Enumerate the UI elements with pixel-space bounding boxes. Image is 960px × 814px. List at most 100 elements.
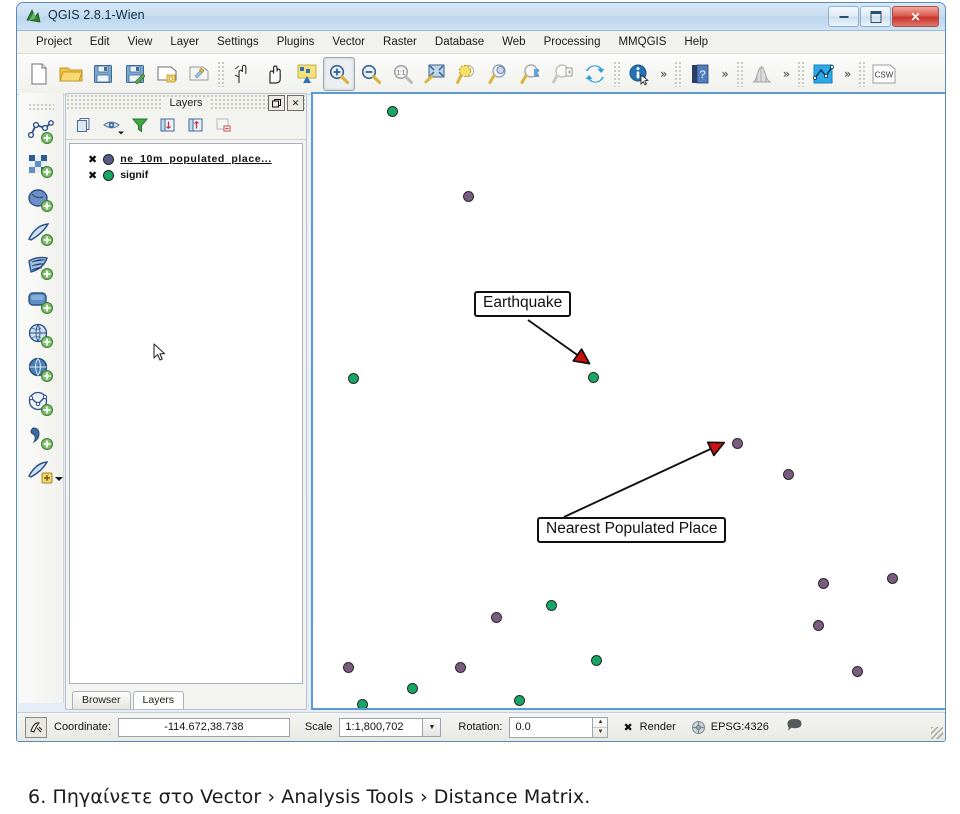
identify-features-button[interactable] — [623, 57, 655, 91]
layer-visibility-checkbox[interactable]: ✖ — [88, 154, 97, 165]
map-annotation-arrows — [527, 319, 726, 518]
status-bar: Coordinate: -114.672,38.738 Scale 1:1,80… — [17, 712, 945, 741]
new-shapefile-layer-button[interactable] — [24, 117, 58, 146]
zoom-to-selection-icon — [456, 64, 475, 84]
add-group-button[interactable] — [72, 114, 96, 136]
overflow-chevron[interactable]: » — [655, 67, 672, 81]
menu-plugins[interactable]: Plugins — [268, 33, 324, 51]
rotation-input[interactable]: 0.0 — [509, 716, 594, 738]
chevron-down-icon[interactable] — [54, 475, 64, 483]
zoom-last-button[interactable] — [515, 57, 547, 91]
manage-layer-visibility-button[interactable] — [100, 114, 124, 136]
new-postgis-layer-button[interactable] — [24, 185, 58, 214]
overflow-chevron[interactable]: » — [716, 67, 733, 81]
tab-browser[interactable]: Browser — [72, 691, 131, 709]
new-project-button[interactable] — [23, 57, 55, 91]
menu-raster[interactable]: Raster — [374, 33, 426, 51]
maximize-button[interactable] — [860, 6, 891, 27]
add-delimited-text-layer-button[interactable] — [24, 423, 58, 452]
new-print-composer-button[interactable] — [151, 57, 183, 91]
rotation-stepper[interactable]: ▲ ▼ — [593, 716, 609, 738]
rotation-spinbox[interactable]: 0.0 ▲ ▼ — [509, 716, 609, 738]
csw-catalog-button[interactable]: CSW — [868, 57, 900, 91]
layer-visibility-checkbox[interactable]: ✖ — [88, 170, 97, 181]
menu-vector[interactable]: Vector — [323, 33, 374, 51]
scale-input[interactable]: 1:1,800,702 — [339, 717, 424, 737]
add-wms-layer-button[interactable] — [24, 355, 58, 384]
zoom-to-selection-button[interactable] — [451, 57, 483, 91]
window-controls: ✕ — [828, 6, 939, 27]
menu-project[interactable]: Project — [27, 33, 81, 51]
filter-legend-button[interactable] — [128, 114, 152, 136]
render-checkbox[interactable]: ✖ — [623, 721, 632, 734]
add-vector-tile-layer-button[interactable] — [24, 457, 63, 486]
coordinate-capture-button[interactable] — [25, 716, 47, 738]
add-wfs-layer-button[interactable] — [24, 389, 58, 418]
tab-layers[interactable]: Layers — [132, 691, 185, 709]
stepper-up-icon[interactable]: ▲ — [593, 718, 608, 728]
add-spatialite-layer-icon — [28, 291, 53, 314]
add-raster-layer-button[interactable] — [24, 253, 58, 282]
menu-layer[interactable]: Layer — [161, 33, 208, 51]
layers-panel-float-button[interactable] — [268, 95, 285, 111]
toolbar-grip[interactable] — [797, 61, 806, 87]
minimize-button[interactable] — [828, 6, 859, 27]
layers-panel-close-button[interactable]: ✕ — [287, 95, 304, 111]
chevron-down-icon[interactable]: ▼ — [423, 717, 442, 737]
toolbar-grip[interactable] — [217, 61, 225, 87]
coordinate-input[interactable]: -114.672,38.738 — [117, 717, 290, 737]
add-spatialite-layer-button[interactable] — [24, 287, 58, 316]
zoom-next-button[interactable] — [547, 57, 579, 91]
open-project-button[interactable] — [55, 57, 87, 91]
new-shapefile-layer-icon — [27, 119, 54, 144]
menu-edit[interactable]: Edit — [81, 33, 119, 51]
overflow-chevron[interactable]: » — [778, 67, 795, 81]
menu-help[interactable]: Help — [675, 33, 717, 51]
help-contents-button[interactable]: ? — [684, 57, 716, 91]
menu-settings[interactable]: Settings — [208, 33, 268, 51]
layer-row-signif[interactable]: ✖ signif — [70, 167, 302, 183]
toolbar-grip[interactable] — [674, 61, 683, 87]
layer-tree[interactable]: ✖ ne_10m_populated_place... ✖ signif — [69, 143, 303, 684]
close-button[interactable]: ✕ — [892, 6, 939, 27]
crs-status-button[interactable]: EPSG:4326 — [691, 720, 769, 735]
menu-view[interactable]: View — [119, 33, 162, 51]
save-project-as-button[interactable] — [119, 57, 151, 91]
new-spatialite-layer-button[interactable] — [24, 151, 58, 180]
toolbar-grip[interactable] — [613, 61, 621, 87]
map-canvas[interactable]: Earthquake Nearest Populated Place — [311, 92, 945, 710]
overflow-chevron[interactable]: » — [839, 67, 856, 81]
pan-map-button[interactable] — [259, 57, 291, 91]
toolbar-grip[interactable] — [28, 103, 54, 110]
touch-zoom-button[interactable] — [227, 57, 259, 91]
messages-log-button[interactable] — [786, 718, 803, 737]
menu-mmqgis[interactable]: MMQGIS — [609, 33, 675, 51]
raster-histogram-button[interactable] — [746, 57, 778, 91]
composer-manager-button[interactable] — [183, 57, 215, 91]
zoom-out-button[interactable] — [355, 57, 387, 91]
collapse-all-button[interactable] — [184, 114, 208, 136]
zoom-in-button[interactable] — [323, 57, 355, 91]
stepper-down-icon[interactable]: ▼ — [593, 728, 607, 737]
refresh-button[interactable] — [579, 57, 611, 91]
layer-symbol-icon — [103, 169, 115, 181]
zoom-to-layer-button[interactable] — [483, 57, 515, 91]
menu-processing[interactable]: Processing — [535, 33, 610, 51]
chevron-down-icon[interactable] — [117, 130, 125, 136]
mmqgis-button[interactable] — [807, 57, 839, 91]
add-postgis-layer-button[interactable] — [24, 321, 58, 350]
zoom-native-button[interactable]: 1:1 — [387, 57, 419, 91]
menu-web[interactable]: Web — [493, 33, 534, 51]
pan-to-selection-button[interactable] — [291, 57, 323, 91]
menu-database[interactable]: Database — [426, 33, 493, 51]
layer-row-populated-places[interactable]: ✖ ne_10m_populated_place... — [70, 151, 302, 167]
window-resize-grip[interactable] — [931, 727, 943, 739]
toolbar-grip[interactable] — [735, 61, 744, 87]
zoom-full-button[interactable] — [419, 57, 451, 91]
add-vector-layer-button[interactable] — [24, 219, 58, 248]
save-project-button[interactable] — [87, 57, 119, 91]
scale-combo[interactable]: 1:1,800,702 ▼ — [339, 717, 442, 737]
toolbar-grip[interactable] — [858, 61, 867, 87]
remove-layer-button[interactable] — [212, 114, 236, 136]
expand-all-button[interactable] — [156, 114, 180, 136]
